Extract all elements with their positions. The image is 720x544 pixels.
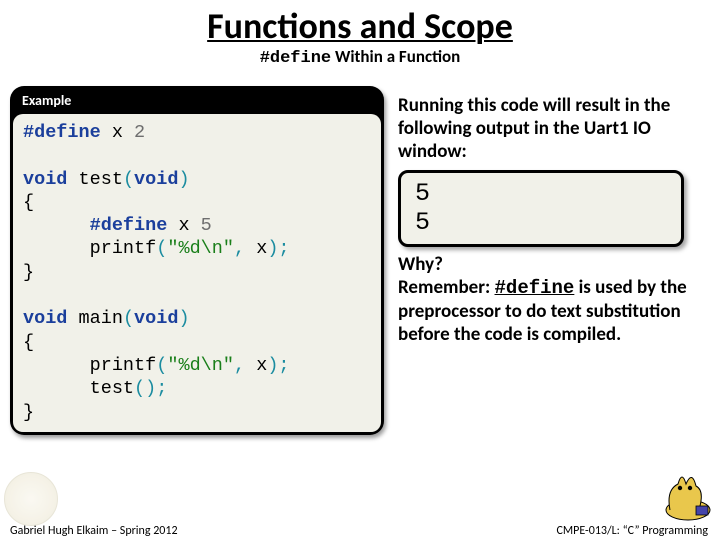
tok-num: 2: [134, 122, 145, 143]
tok-fn: test: [90, 378, 134, 399]
tok-brace: }: [23, 262, 34, 283]
tok: main: [67, 308, 123, 329]
content-area: Example #define x 2 void test(void) { #d…: [10, 86, 710, 516]
output-box: 5 5: [398, 170, 684, 247]
slide-title: Functions and Scope: [0, 4, 720, 48]
tok: x: [245, 238, 267, 259]
tok-paren: (: [156, 238, 167, 259]
tok-str: "%d\n": [167, 238, 234, 259]
remember-define: #define: [495, 277, 575, 299]
tok-str: "%d\n": [167, 355, 234, 376]
code-body: #define x 2 void test(void) { #define x …: [13, 114, 381, 432]
tok-paren: (: [123, 169, 134, 190]
tok-void: void: [134, 169, 178, 190]
tok-void: void: [23, 169, 67, 190]
remember-prefix: Remember:: [398, 276, 495, 299]
tok-indent: [23, 378, 90, 399]
seal-icon: [4, 472, 58, 526]
tok-fn: printf: [90, 238, 157, 259]
mascot-icon: [652, 466, 714, 522]
tok-fn: printf: [90, 355, 157, 376]
code-panel: Example #define x 2 void test(void) { #d…: [10, 86, 384, 435]
tok: x: [245, 355, 267, 376]
tok-comma: ,: [234, 238, 245, 259]
subtitle-rest: Within a Function: [331, 46, 460, 67]
tok-brace: }: [23, 402, 34, 423]
intro-text: Running this code will result in the fol…: [398, 94, 712, 164]
tok-paren: (: [156, 355, 167, 376]
tok-brace: {: [23, 332, 34, 353]
tok-void: void: [23, 308, 67, 329]
slide-subtitle: #define Within a Function: [0, 46, 720, 68]
tok-paren: ): [178, 169, 189, 190]
example-label: Example: [10, 90, 384, 114]
why-label: Why?: [398, 253, 443, 276]
footer-left: Gabriel Hugh Elkaim – Spring 2012: [10, 524, 178, 538]
why-block: Why? Remember: #define is used by the pr…: [398, 253, 712, 347]
tok-define: #define: [90, 215, 168, 236]
subtitle-define: #define: [260, 49, 331, 68]
tok-paren: );: [267, 238, 289, 259]
tok-void: void: [134, 308, 178, 329]
tok: x: [167, 215, 200, 236]
footer-right: CMPE-013/L: “C” Programming: [557, 524, 709, 538]
tok-indent: [23, 238, 90, 259]
tok-paren: ): [178, 308, 189, 329]
tok: test: [67, 169, 123, 190]
tok-num: 5: [201, 215, 212, 236]
output-line-1: 5: [415, 179, 667, 209]
tok-paren: );: [267, 355, 289, 376]
tok-define: #define: [23, 122, 101, 143]
tok-indent: [23, 215, 90, 236]
tok-brace: {: [23, 192, 34, 213]
output-line-2: 5: [415, 208, 667, 238]
tok-indent: [23, 355, 90, 376]
tok: x: [101, 122, 134, 143]
tok-comma: ,: [234, 355, 245, 376]
tok-paren: (: [123, 308, 134, 329]
explanation-block: Running this code will result in the fol…: [398, 94, 712, 346]
tok-paren: ();: [134, 378, 167, 399]
